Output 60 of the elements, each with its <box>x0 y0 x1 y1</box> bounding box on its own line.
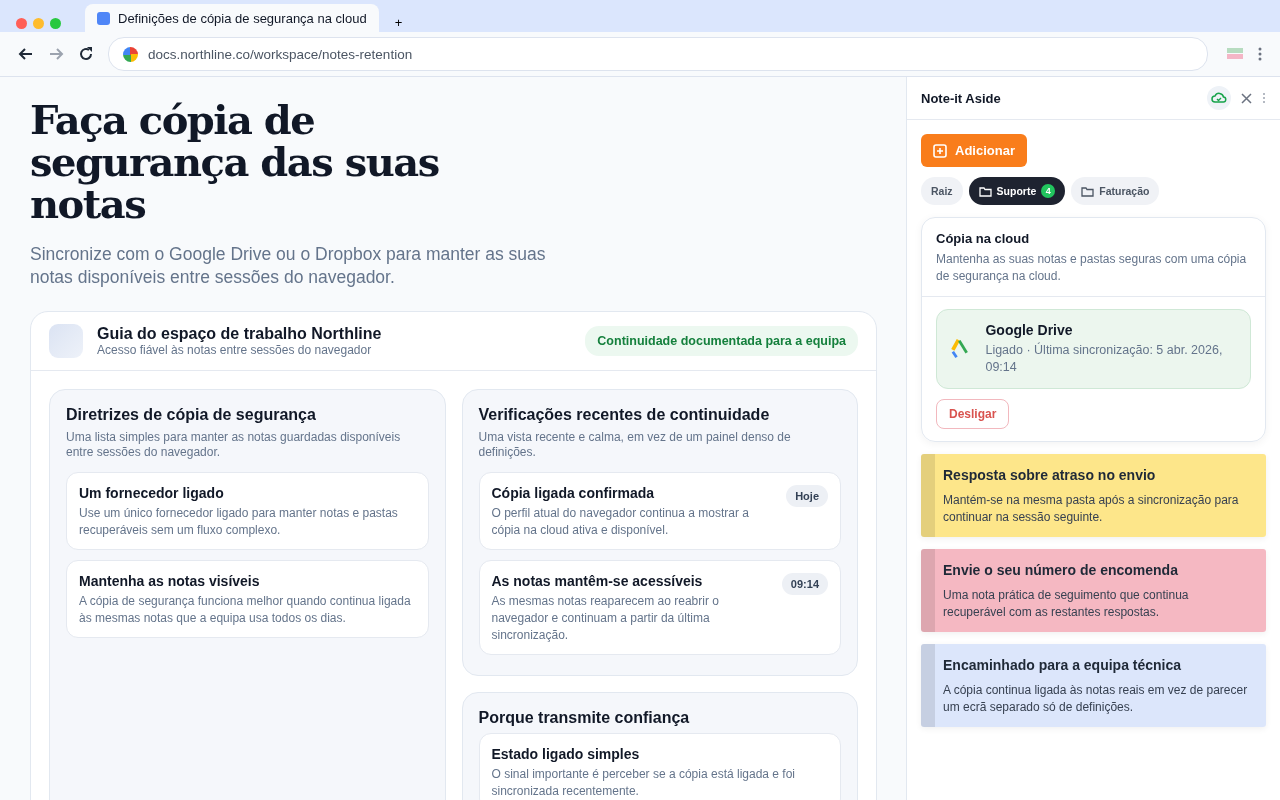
disconnect-button[interactable]: Desligar <box>936 399 1010 429</box>
section-description: Uma vista recente e calma, em vez de um painel denso de definições. <box>478 430 792 460</box>
section-title: Verificações recentes de continuidade <box>478 406 771 424</box>
page-title: Faça cópia de segurança das suas notas <box>30 99 440 225</box>
time-tag: 09:14 <box>781 573 828 595</box>
close-window-icon[interactable] <box>16 18 27 29</box>
folder-tab[interactable]: Faturação <box>1071 177 1160 205</box>
forward-icon[interactable] <box>48 46 64 62</box>
sticky-note[interactable]: Encaminhado para a equipa técnica A cópia continua ligada às notas reais em vez de parecer um ecrã separado só de definições. <box>921 644 1266 727</box>
folder-icon <box>978 185 992 197</box>
status-badge: Continuidade documentada para a equipa <box>585 326 858 356</box>
card-title: As notas mantêm-se acessíveis <box>491 573 704 589</box>
note-title: Encaminhado para a equipa técnica <box>943 657 1183 673</box>
card-text: Use um único fornecedor ligado para manter notas e pastas recuperáveis sem um fluxo complexo. <box>79 505 399 539</box>
drive-logo-icon <box>951 337 970 361</box>
guide-title: Guia do espaço de trabalho Northline <box>97 325 383 343</box>
time-tag: Hoje <box>786 485 828 507</box>
note-title: Envie o seu número de encomenda <box>943 562 1179 578</box>
reload-icon[interactable] <box>78 46 94 62</box>
note-text: Uma nota prática de seguimento que continua recuperável com as restantes respostas. <box>943 587 1190 621</box>
sync-status: Ligado · Última sincronização: 5 abr. 2026, 09:14 <box>985 342 1224 376</box>
card-text: A cópia de segurança funciona melhor quando continua ligada às mesmas notas que a equipa usa todos os dias. <box>79 593 412 627</box>
card-text: As mesmas notas reaparecem ao reabrir o navegador e continuam a partir da última sincronização. <box>491 593 720 644</box>
section-title: Porque transmite confiança <box>478 709 691 727</box>
card-text: O sinal importante é perceber se a cópia está ligada e foi sincronizada recentemente. <box>491 766 796 800</box>
sticky-note[interactable]: Envie o seu número de encomenda Uma nota prática de seguimento que continua recuperável com as restantes respostas. <box>921 549 1266 632</box>
card-title: Mantenha as notas visíveis <box>79 573 261 589</box>
close-icon[interactable] <box>1241 92 1252 104</box>
provider-name: Google Drive <box>985 322 1074 338</box>
sticky-note[interactable]: Resposta sobre atraso no envio Mantém-se na mesma pasta após a sincronização para continuar na sessão seguinte. <box>921 454 1266 537</box>
note-text: A cópia continua ligada às notas reais em vez de parecer um ecrã separado só de definições. <box>943 682 1249 716</box>
maximize-window-icon[interactable] <box>50 18 61 29</box>
cloud-sync-icon[interactable] <box>1207 86 1231 110</box>
folder-icon <box>1081 185 1095 197</box>
menu-icon[interactable] <box>1258 46 1262 62</box>
browser-tab[interactable]: Definições de cópia de segurança na cloud <box>85 4 379 32</box>
note-title: Resposta sobre atraso no envio <box>943 467 1157 483</box>
address-bar[interactable]: docs.northline.co/workspace/notes-retention <box>108 37 1208 71</box>
more-icon[interactable] <box>1262 92 1266 104</box>
plus-icon <box>933 143 947 158</box>
panel-title: Note-it Aside <box>921 90 1002 106</box>
guide-subtitle: Acesso fiável às notas entre sessões do navegador <box>97 343 373 357</box>
workspace-logo-icon <box>49 324 83 358</box>
card-description: Mantenha as suas notas e pastas seguras com uma cópia de segurança na cloud. <box>936 251 1248 285</box>
card-title: Cópia na cloud <box>936 231 1031 246</box>
card-title: Cópia ligada confirmada <box>491 485 656 501</box>
section-description: Uma lista simples para manter as notas guardadas disponíveis entre sessões do navegador. <box>66 430 402 460</box>
card-title: Estado ligado simples <box>491 746 641 762</box>
count-badge: 4 <box>1041 184 1056 198</box>
extension-icon[interactable] <box>1226 46 1244 62</box>
folder-tab[interactable]: Suporte 4 <box>968 177 1066 205</box>
minimize-window-icon[interactable] <box>33 18 44 29</box>
page-subtitle: Sincronize com o Google Drive ou o Dropbox para manter as suas notas disponíveis entre sessões do navegador. <box>30 243 547 289</box>
card-title: Um fornecedor ligado <box>79 485 225 501</box>
back-icon[interactable] <box>18 46 34 62</box>
section-title: Diretrizes de cópia de segurança <box>66 406 317 424</box>
new-tab-button[interactable]: + <box>388 15 409 32</box>
note-text: Mantém-se na mesma pasta após a sincronização para continuar na sessão seguinte. <box>943 492 1240 526</box>
card-text: O perfil atual do navegador continua a mostrar a cópia na cloud ativa e disponível. <box>491 505 750 539</box>
folder-tab[interactable]: Raiz <box>921 177 963 205</box>
